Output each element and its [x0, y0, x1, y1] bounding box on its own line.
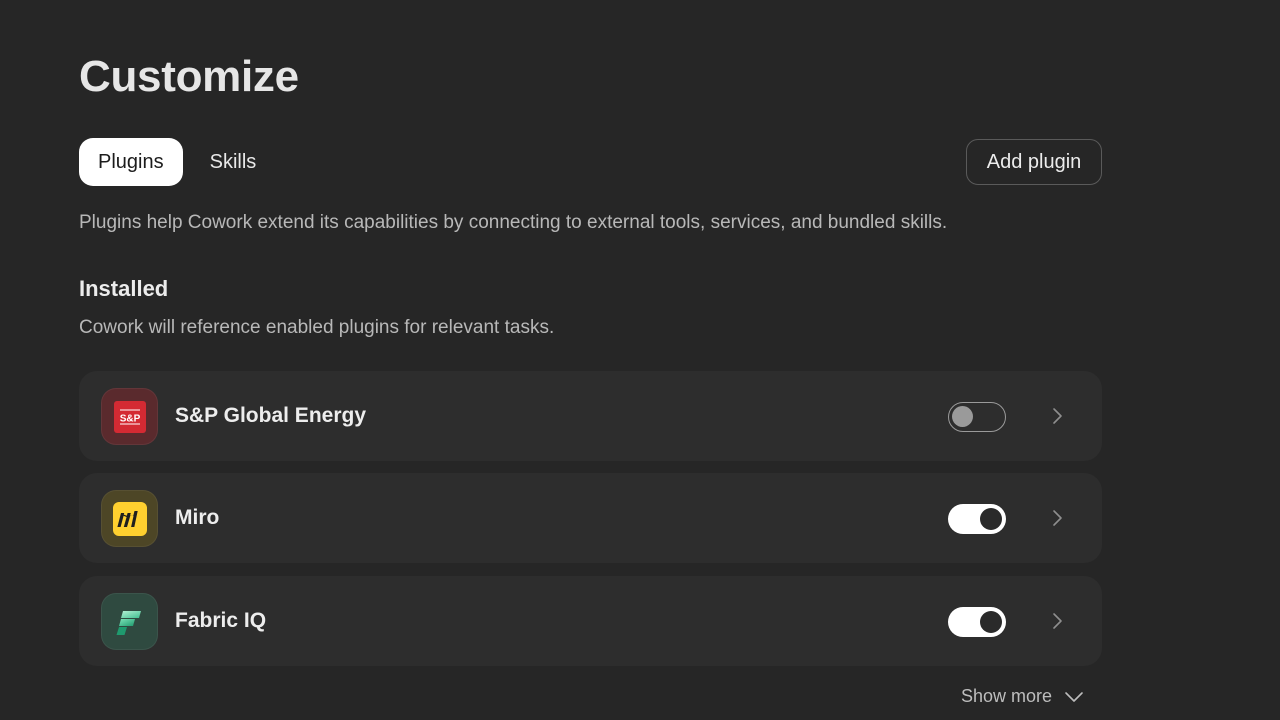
- chevron-right-icon[interactable]: [1049, 612, 1065, 630]
- tab-plugins[interactable]: Plugins: [79, 138, 183, 186]
- installed-section-subtitle: Cowork will reference enabled plugins fo…: [79, 317, 555, 338]
- miro-logo-icon: [101, 490, 158, 547]
- plugin-toggle-sp-global-energy[interactable]: [948, 402, 1006, 432]
- plugins-description: Plugins help Cowork extend its capabilit…: [79, 212, 948, 233]
- sp-global-logo-icon: S&P: [101, 388, 158, 445]
- fabric-logo-icon: [101, 593, 158, 650]
- plugin-toggle-miro[interactable]: [948, 504, 1006, 534]
- plugin-row-fabric-iq[interactable]: Fabric IQ: [79, 576, 1102, 666]
- tab-skills[interactable]: Skills: [189, 138, 278, 186]
- installed-section-title: Installed: [79, 276, 169, 301]
- plugin-name: Miro: [175, 506, 220, 529]
- plugin-name: S&P Global Energy: [175, 404, 366, 427]
- plugin-row-miro[interactable]: Miro: [79, 473, 1102, 563]
- show-more-label: Show more: [960, 686, 1052, 706]
- chevron-down-icon: [1065, 691, 1083, 702]
- chevron-right-icon[interactable]: [1049, 509, 1065, 527]
- add-plugin-button[interactable]: Add plugin: [966, 139, 1102, 185]
- page-title: Customize: [79, 52, 299, 101]
- show-more-button[interactable]: Show more: [961, 686, 1084, 707]
- plugin-row-sp-global-energy[interactable]: S&P S&P Global Energy: [79, 371, 1102, 461]
- toggle-knob: [980, 508, 1002, 530]
- plugin-name: Fabric IQ: [175, 609, 267, 632]
- sp-logo-text: S&P: [119, 413, 140, 424]
- chevron-right-icon[interactable]: [1049, 407, 1065, 425]
- plugin-toggle-fabric-iq[interactable]: [948, 607, 1006, 637]
- toggle-knob: [980, 611, 1002, 633]
- customize-page: Customize Plugins Skills Add plugin Plug…: [79, 0, 1102, 720]
- tab-bar: Plugins Skills: [79, 138, 277, 186]
- toggle-knob: [952, 406, 973, 427]
